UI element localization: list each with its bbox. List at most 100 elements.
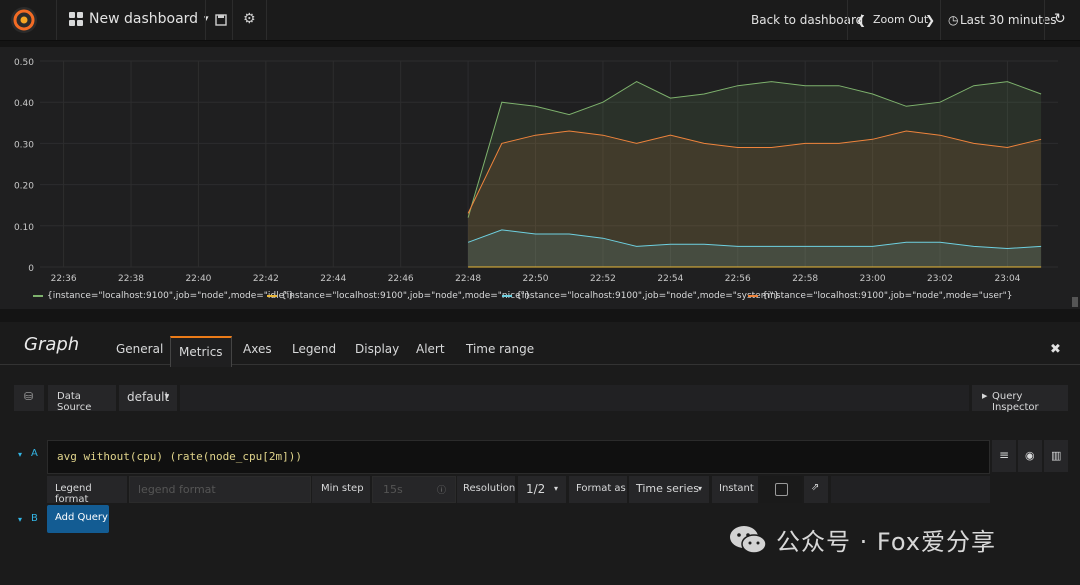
close-editor-icon[interactable]: ✖ bbox=[1050, 342, 1061, 357]
tab-legend[interactable]: Legend bbox=[292, 342, 336, 356]
add-query-label: Add Query bbox=[55, 512, 108, 523]
x-tick-label: 23:00 bbox=[860, 274, 886, 284]
resolution-label-box: Resolution bbox=[457, 476, 515, 503]
tab-axes[interactable]: Axes bbox=[243, 342, 272, 356]
x-tick-label: 22:52 bbox=[590, 274, 616, 284]
format-as-select[interactable]: Time series ▾ bbox=[629, 476, 709, 503]
legend-format-input[interactable]: legend format bbox=[129, 476, 311, 503]
dashboard-grid-icon bbox=[69, 12, 83, 26]
x-tick-label: 23:02 bbox=[927, 274, 953, 284]
eye-icon: ◉ bbox=[1025, 449, 1035, 462]
chevron-right-icon[interactable]: ❯ bbox=[925, 13, 935, 27]
hamburger-menu-icon: ≡ bbox=[999, 448, 1010, 462]
x-tick-label: 22:38 bbox=[118, 274, 144, 284]
time-range-picker[interactable]: Last 30 minutes bbox=[960, 13, 1056, 27]
dashboard-title-button[interactable]: New dashboard ▾ bbox=[69, 11, 209, 27]
grafana-logo-icon[interactable] bbox=[10, 6, 38, 34]
query-inspector-button[interactable]: ▶ Query Inspector bbox=[972, 385, 1068, 413]
caret-down-icon: ▾ bbox=[554, 484, 559, 493]
legend-item[interactable]: {instance="localhost:9100",job="node",mo… bbox=[748, 291, 1012, 301]
query-b-letter: B bbox=[31, 513, 38, 524]
legend-item[interactable]: {instance="localhost:9100",job="node",mo… bbox=[33, 291, 294, 301]
format-as-label-box: Format as bbox=[569, 476, 627, 503]
zoom-out-button[interactable]: Zoom Out bbox=[873, 13, 928, 26]
options-row-filler bbox=[831, 476, 990, 503]
x-tick-label: 22:46 bbox=[388, 274, 414, 284]
y-tick-label: 0.40 bbox=[14, 99, 34, 109]
add-query-button[interactable]: Add Query bbox=[47, 505, 109, 533]
y-tick-label: 0 bbox=[28, 264, 34, 274]
caret-right-icon: ▶ bbox=[982, 392, 988, 400]
y-tick-label: 0.50 bbox=[14, 58, 34, 68]
legend-swatch bbox=[267, 294, 277, 297]
resolution-label: Resolution bbox=[463, 483, 516, 494]
legend-label: {instance="localhost:9100",job="node",mo… bbox=[47, 291, 295, 301]
trash-icon: ▥ bbox=[1051, 449, 1062, 462]
legend-item[interactable]: {instance="localhost:9100",job="node",mo… bbox=[267, 291, 531, 301]
caret-down-icon: ▾ bbox=[165, 392, 170, 401]
instant-label: Instant bbox=[719, 483, 754, 494]
tab-display[interactable]: Display bbox=[355, 342, 399, 356]
external-link-icon: ⇗ bbox=[811, 482, 820, 493]
min-step-placeholder: 15s bbox=[383, 483, 403, 496]
settings-gear-icon[interactable]: ⚙ bbox=[243, 11, 256, 27]
datasource-row-filler bbox=[180, 385, 969, 411]
x-tick-label: 22:44 bbox=[320, 274, 346, 284]
collapse-query-b-icon[interactable]: ▾ bbox=[18, 515, 22, 524]
watermark: 公众号 · Fox爱分享 bbox=[728, 522, 996, 557]
refresh-icon[interactable]: ↻ bbox=[1054, 11, 1066, 27]
tab-alert[interactable]: Alert bbox=[416, 342, 445, 356]
tab-general[interactable]: General bbox=[116, 342, 163, 356]
instant-label-box: Instant bbox=[712, 476, 758, 503]
datasource-db-icon-box: ⛁ bbox=[14, 385, 44, 411]
legend-label: {instance="localhost:9100",job="node",mo… bbox=[516, 291, 780, 301]
panel-resize-handle[interactable] bbox=[1072, 297, 1078, 307]
format-as-label: Format as bbox=[576, 483, 626, 494]
tab-metrics[interactable]: Metrics bbox=[170, 336, 232, 367]
info-icon[interactable]: ⓘ bbox=[437, 483, 446, 496]
tab-time-range[interactable]: Time range bbox=[466, 342, 534, 356]
x-tick-label: 23:04 bbox=[994, 274, 1020, 284]
x-tick-label: 22:48 bbox=[455, 274, 481, 284]
legend-label: {instance="localhost:9100",job="node",mo… bbox=[762, 291, 1013, 301]
collapse-query-a-icon[interactable]: ▾ bbox=[18, 450, 22, 459]
min-step-input[interactable]: 15s ⓘ bbox=[372, 476, 456, 503]
legend-format-label-box: Legend format bbox=[47, 476, 127, 505]
x-tick-label: 22:58 bbox=[792, 274, 818, 284]
query-menu-button[interactable]: ≡ bbox=[992, 440, 1016, 472]
instant-checkbox[interactable] bbox=[775, 483, 788, 496]
query-inspector-label: Query Inspector bbox=[992, 391, 1039, 413]
query-expression-text: avg without(cpu) (rate(node_cpu[2m])) bbox=[57, 450, 303, 463]
legend-format-placeholder: legend format bbox=[138, 483, 216, 496]
datasource-select[interactable]: default ▾ bbox=[119, 385, 177, 411]
legend-item[interactable]: {instance="localhost:9100",job="node",mo… bbox=[502, 291, 779, 301]
save-icon[interactable] bbox=[215, 14, 227, 26]
legend-format-label: Legend format bbox=[55, 483, 92, 505]
dashboard-title: New dashboard bbox=[89, 11, 199, 27]
delete-query-button[interactable]: ▥ bbox=[1044, 440, 1068, 472]
top-navbar: New dashboard ▾ ⚙ Back to dashboard ❮ Zo… bbox=[0, 0, 1080, 41]
x-tick-label: 22:36 bbox=[51, 274, 77, 284]
query-expression-input[interactable]: avg without(cpu) (rate(node_cpu[2m])) bbox=[47, 440, 990, 474]
watermark-text: 公众号 · Fox爱分享 bbox=[776, 528, 996, 556]
external-link-button[interactable]: ⇗ bbox=[804, 476, 828, 503]
x-tick-label: 22:42 bbox=[253, 274, 279, 284]
legend-swatch bbox=[502, 294, 512, 297]
y-tick-label: 0.10 bbox=[14, 223, 34, 233]
min-step-label: Min step bbox=[321, 483, 364, 494]
graph-chart[interactable]: 0 0.10 0.20 0.30 0.40 0.50 22:36 22:38 22:40 22:4… bbox=[0, 47, 1080, 309]
legend-swatch bbox=[33, 294, 43, 297]
datasource-value: default bbox=[127, 390, 170, 404]
resolution-select[interactable]: 1/2 ▾ bbox=[518, 476, 566, 503]
datasource-label: Data Source bbox=[57, 391, 92, 413]
toggle-visibility-button[interactable]: ◉ bbox=[1018, 440, 1042, 472]
x-tick-label: 22:56 bbox=[725, 274, 751, 284]
panel-type-title: Graph bbox=[24, 334, 80, 355]
chevron-left-icon[interactable]: ❮ bbox=[856, 13, 866, 27]
y-tick-label: 0.20 bbox=[14, 182, 34, 192]
legend-label: {instance="localhost:9100",job="node",mo… bbox=[281, 291, 531, 301]
y-tick-label: 0.30 bbox=[14, 140, 34, 150]
query-a-letter: A bbox=[31, 448, 38, 459]
database-icon: ⛁ bbox=[24, 390, 34, 403]
format-as-value: Time series bbox=[636, 482, 699, 495]
